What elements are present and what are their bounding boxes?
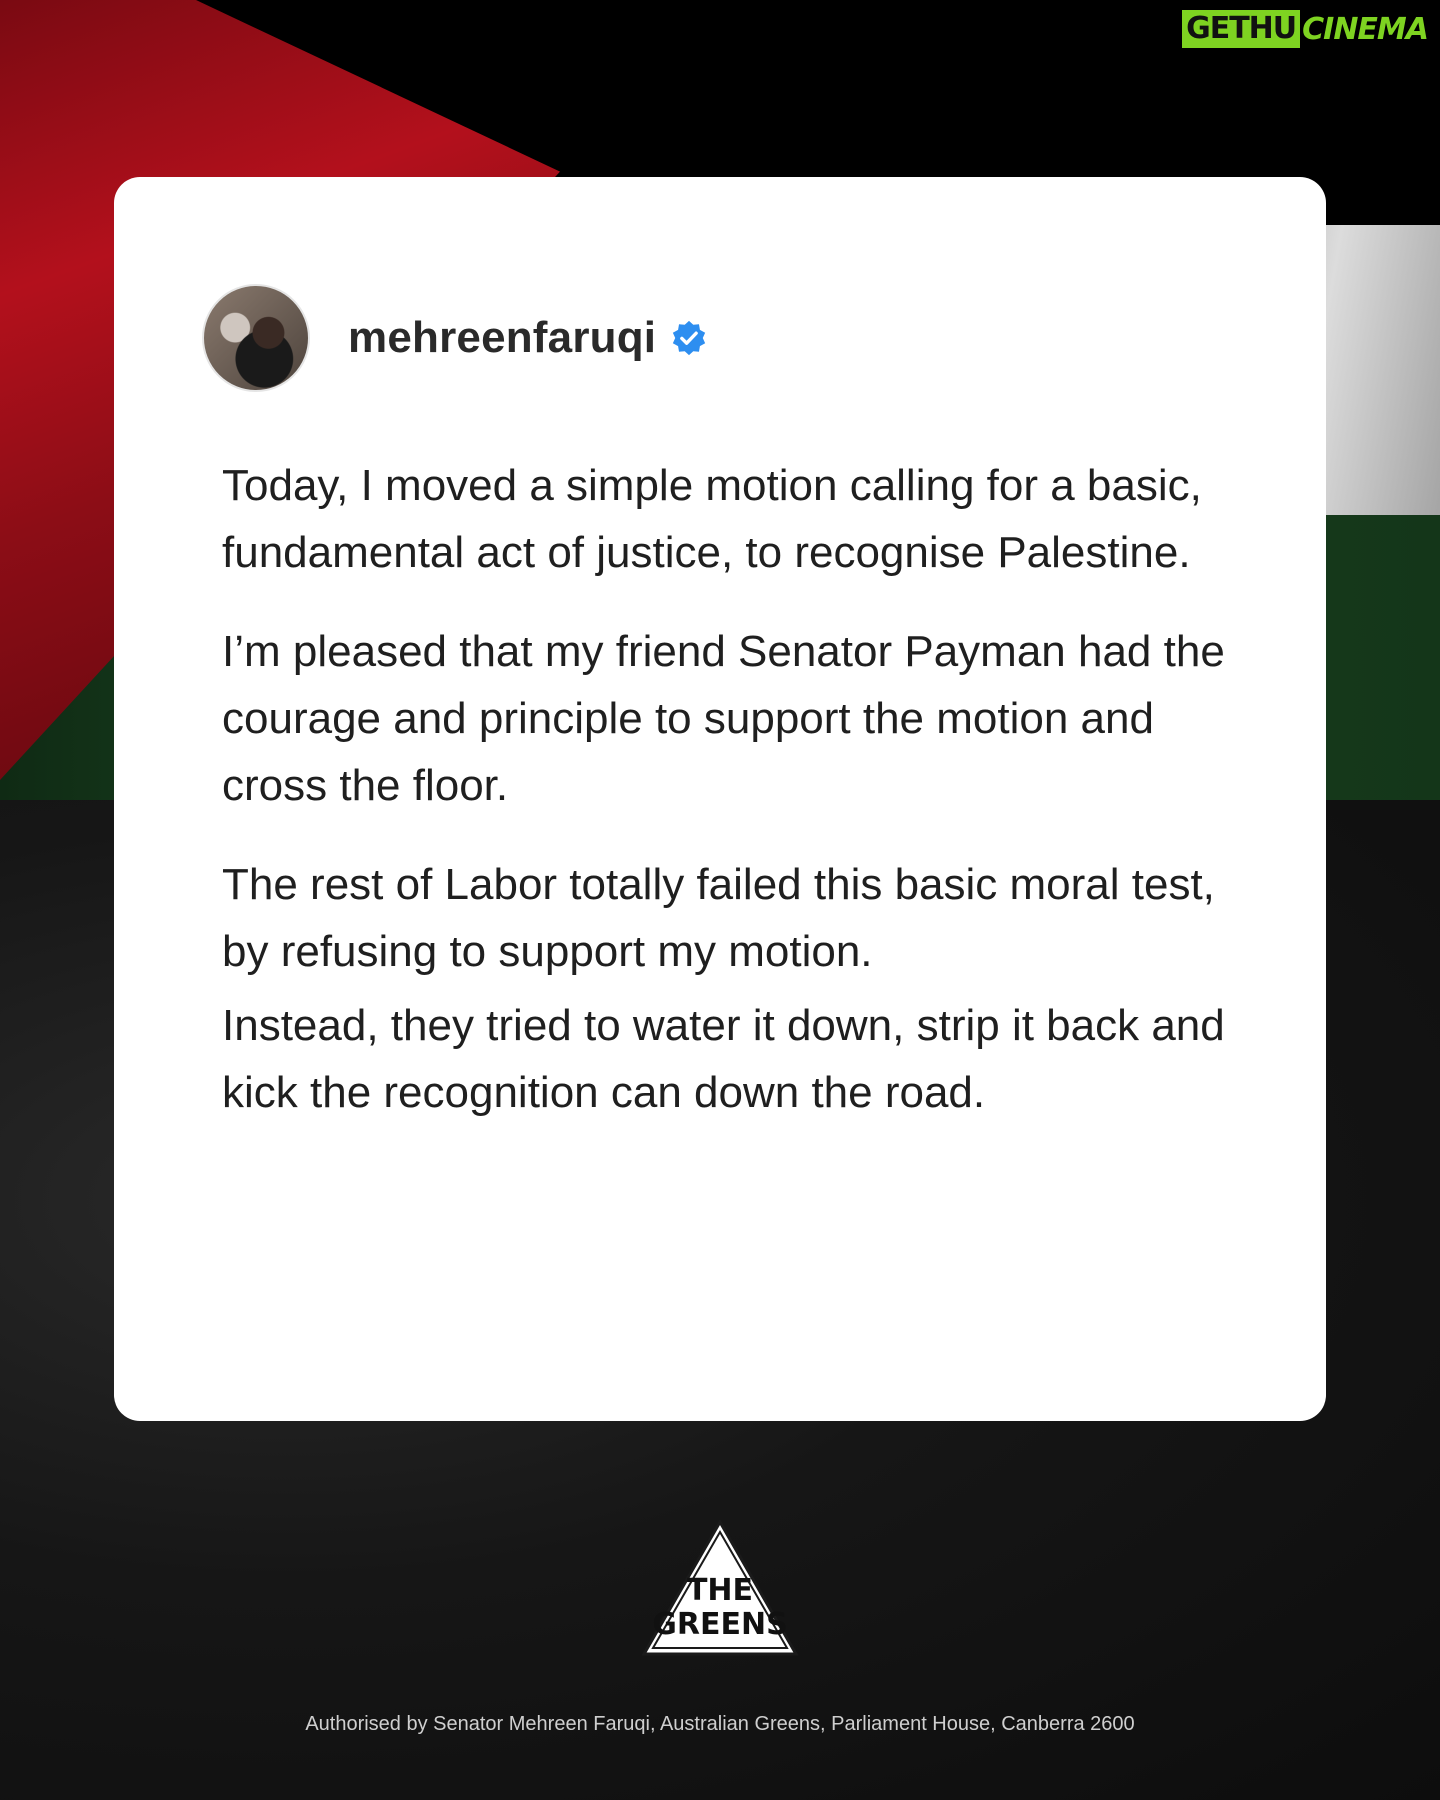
logo-line-2: GREENS [652,1607,787,1642]
post-paragraph-3: The rest of Labor totally failed this ba… [222,860,1215,976]
username[interactable]: mehreenfaruqi [348,313,656,363]
verified-badge-icon [673,320,706,356]
avatar[interactable] [202,284,310,392]
watermark-logo: GETHU CINEMA [1182,10,1429,48]
post-paragraph-4: Instead, they tried to water it down, st… [222,1001,1225,1117]
watermark-part2: CINEMA [1302,11,1429,47]
post-body: Today, I moved a simple motion calling f… [222,452,1252,1158]
post-header: mehreenfaruqi [202,284,708,392]
greens-logo: THE GREENS [641,1518,799,1656]
authorisation-text: Authorised by Senator Mehreen Faruqi, Au… [305,1713,1135,1735]
watermark-part1: GETHU [1182,10,1301,48]
post-paragraph-2: I’m pleased that my friend Senator Payma… [222,627,1225,810]
post-paragraph-1: Today, I moved a simple motion calling f… [222,461,1202,577]
logo-line-1: THE [687,1573,753,1608]
post-card: mehreenfaruqi Today, I moved a simple mo… [114,177,1326,1421]
